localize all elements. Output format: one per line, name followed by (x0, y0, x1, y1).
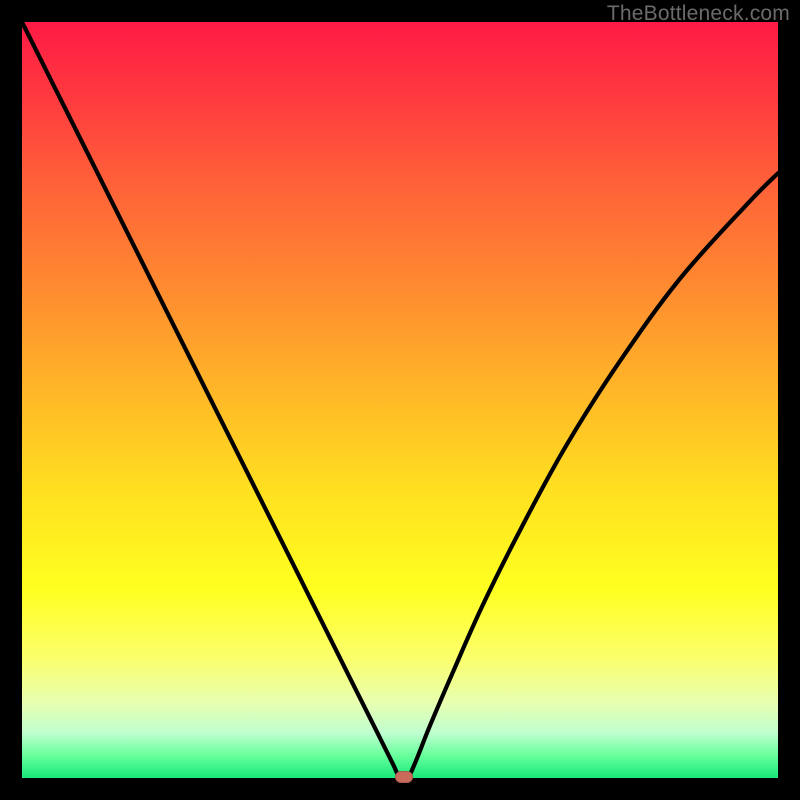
optimal-point-marker (395, 771, 413, 783)
watermark-text: TheBottleneck.com (607, 2, 790, 26)
chart-frame: TheBottleneck.com (0, 0, 800, 800)
chart-plot-area (22, 22, 778, 778)
bottleneck-curve (22, 22, 778, 778)
